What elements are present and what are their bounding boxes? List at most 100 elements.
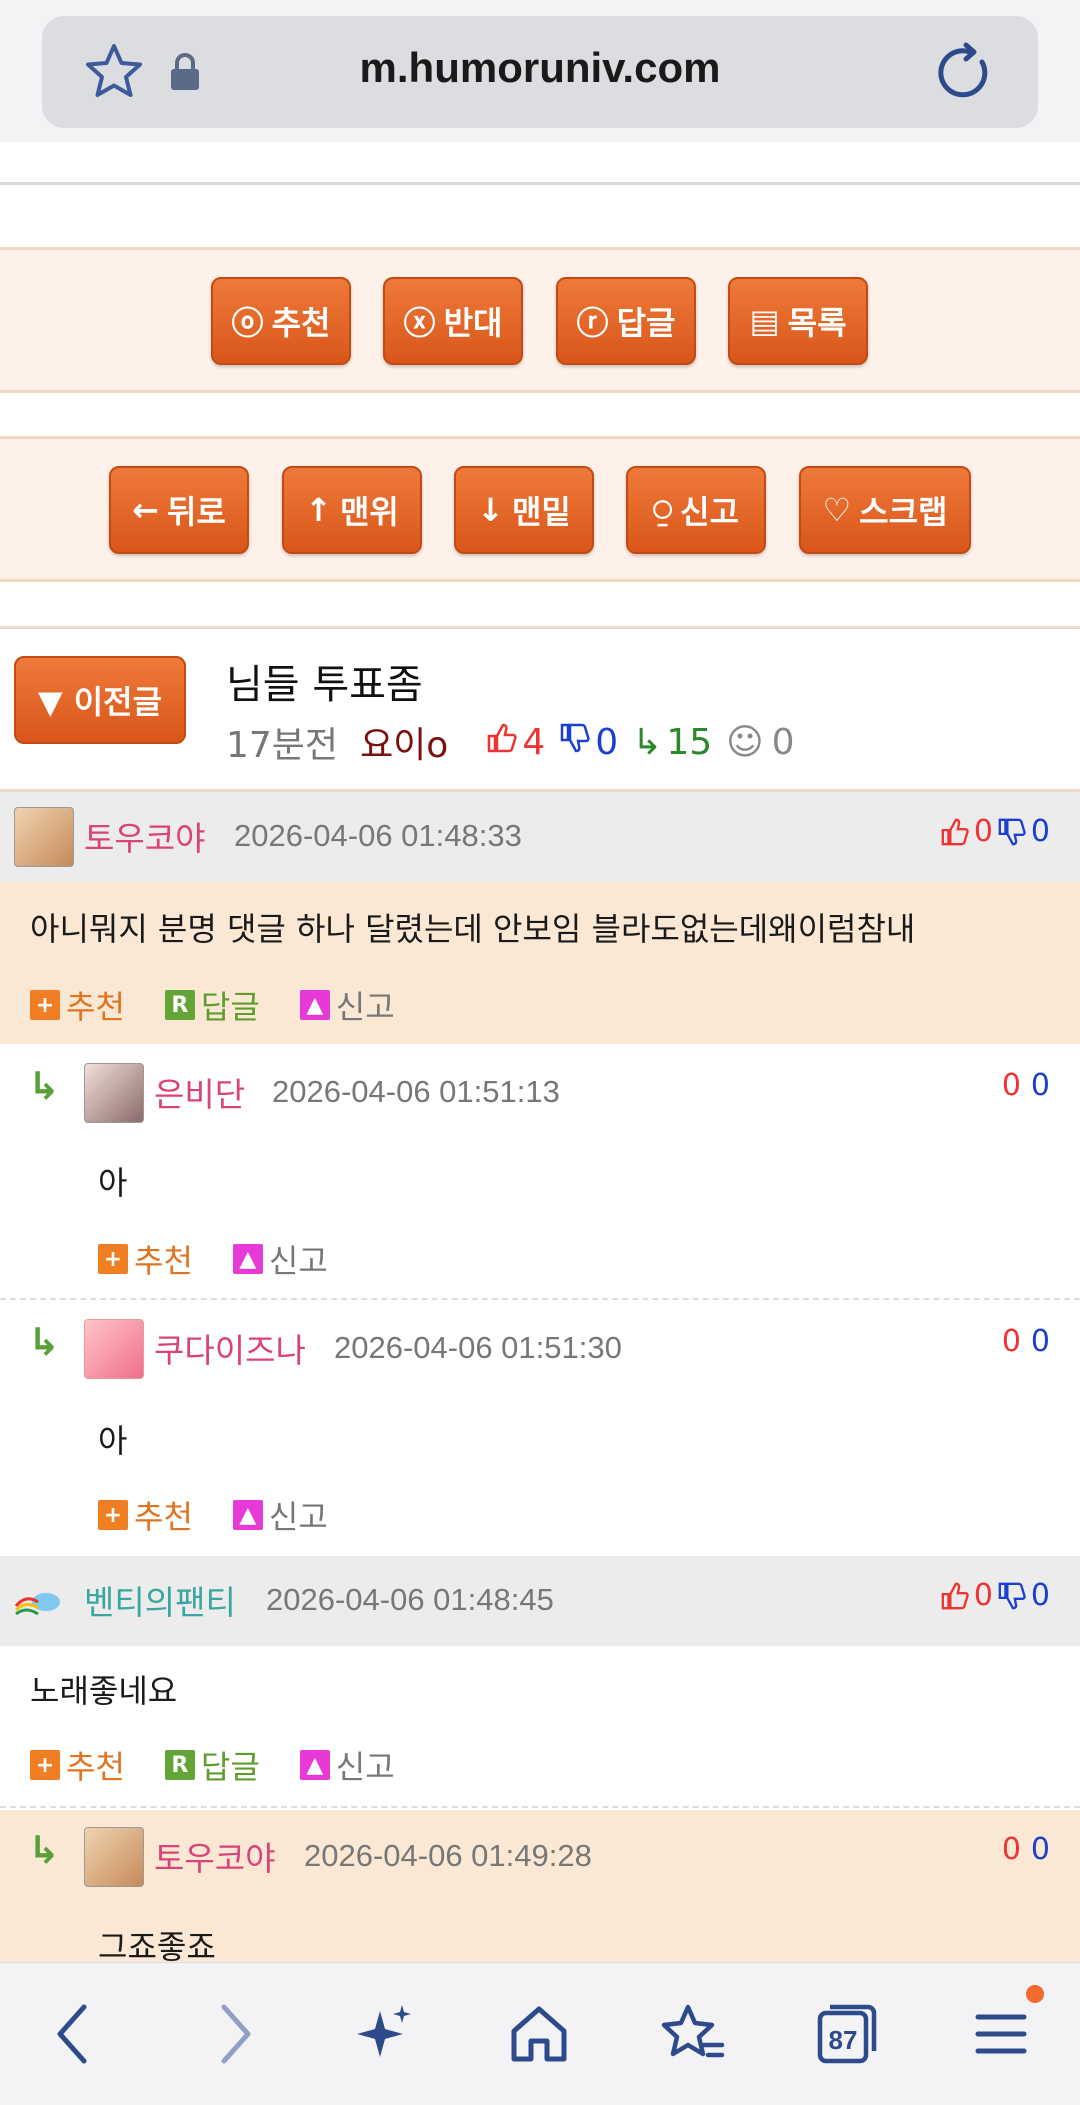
avatar[interactable] — [84, 1827, 144, 1887]
comment-author[interactable]: 토우코야 — [154, 1832, 275, 1880]
comment-reply-item: ↳ 은비단 2026-04-06 01:51:13 0 0 아 + 추천 ▲ 신고 — [0, 1046, 1080, 1300]
comment-header: 벤티의팬티 2026-04-06 01:48:45 0 0 — [0, 1556, 1080, 1646]
reload-icon[interactable] — [932, 40, 996, 104]
comment-item: 벤티의팬티 2026-04-06 01:48:45 0 0 노래좋네요 + 추천 … — [0, 1556, 1080, 1808]
down-count: 0 — [1030, 814, 1050, 849]
comment-text: 그죠좋죠 — [98, 1928, 216, 1962]
avatar[interactable] — [84, 1063, 144, 1123]
bottom-button[interactable]: ↓ 맨밑 — [454, 466, 594, 554]
reply-button[interactable]: ⓡ 답글 — [556, 277, 696, 365]
comment-votes: 0 0 — [1002, 1068, 1050, 1103]
action-bar-post: ⓞ 추천 ⓧ 반대 ⓡ 답글 ▤ 목록 — [0, 247, 1080, 393]
back-button[interactable]: ← 뒤로 — [109, 466, 249, 554]
plus-icon: + — [98, 1244, 128, 1274]
scrap-button[interactable]: ♡ 스크랩 — [799, 466, 971, 554]
comment-reply-item: ↳ 쿠다이즈나 2026-04-06 01:51:30 0 0 아 + 추천 ▲ 신… — [0, 1302, 1080, 1556]
up-count[interactable]: 0 — [1002, 1832, 1021, 1867]
circle-r-icon: ⓡ — [576, 304, 609, 342]
thumbs-up-icon[interactable] — [940, 1581, 970, 1611]
comment-actions: + 추천 ▲ 신고 — [98, 1236, 328, 1282]
down-count[interactable]: 0 — [1031, 1832, 1050, 1867]
avatar[interactable] — [12, 1576, 68, 1626]
comment-date: 2026-04-06 01:51:13 — [272, 1074, 560, 1109]
post-author[interactable]: 요이o — [360, 716, 448, 768]
plus-icon: + — [98, 1500, 128, 1530]
address-bar[interactable]: m.humoruniv.com — [42, 16, 1038, 128]
report-button[interactable]: ⍜ 신고 — [626, 466, 766, 554]
post-title: 님들 투표좀 — [226, 662, 423, 708]
post-down-count: 0 — [595, 721, 619, 763]
thumbs-up-icon[interactable] — [940, 817, 970, 847]
reply-r-icon: R — [164, 1750, 195, 1780]
comment-author[interactable]: 은비단 — [154, 1068, 245, 1116]
comment-report-button[interactable]: ▲ 신고 — [232, 1492, 328, 1538]
comment-report-button[interactable]: ▲ 신고 — [299, 1742, 395, 1788]
comment-recommend-button[interactable]: + 추천 — [30, 1742, 125, 1788]
comment-actions: + 추천 R 답글 ▲ 신고 — [30, 1742, 395, 1788]
comment-text: 아니뭐지 분명 댓글 하나 달렸는데 안보임 블라도없는데왜이럼참내 — [30, 910, 916, 948]
comment-text: 아 — [98, 1164, 128, 1202]
comment-author[interactable]: 쿠다이즈나 — [154, 1324, 306, 1372]
down-count[interactable]: 0 — [1031, 1068, 1050, 1103]
post-meta: 17분전 요이o 4 0 ↳ 15 ☺ 0 — [226, 716, 795, 768]
comment-author[interactable]: 벤티의팬티 — [84, 1576, 236, 1624]
menu-button[interactable] — [966, 1985, 1044, 2069]
arrow-up-icon: ↑ — [305, 491, 332, 529]
siren-icon: ▲ — [299, 1750, 330, 1780]
comment-votes: 0 0 — [940, 1578, 1050, 1613]
home-icon[interactable] — [504, 1999, 574, 2069]
tabs-button[interactable]: 87 — [812, 1999, 882, 2069]
up-count: 0 — [973, 1578, 993, 1613]
reply-arrow-icon: ↳ — [28, 1064, 60, 1108]
up-count[interactable]: 0 — [1002, 1068, 1021, 1103]
comment-reply-button[interactable]: R 답글 — [164, 1742, 260, 1788]
comment-report-button[interactable]: ▲ 신고 — [299, 982, 395, 1028]
comment-recommend-button[interactable]: + 추천 — [98, 1492, 193, 1538]
up-count: 0 — [973, 814, 993, 849]
bookmarks-icon[interactable] — [658, 1999, 728, 2069]
thumbs-down-icon[interactable] — [997, 817, 1027, 847]
action-bar-nav: ← 뒤로 ↑ 맨위 ↓ 맨밑 ⍜ 신고 ♡ 스크랩 — [0, 436, 1080, 582]
comment-reply-button[interactable]: R 답글 — [164, 982, 260, 1028]
list-icon: ▤ — [749, 302, 780, 340]
prev-post-button[interactable]: ▼ 이전글 — [14, 656, 186, 744]
smile-icon: ☺ — [726, 721, 764, 763]
circle-o-icon: ⓞ — [231, 304, 264, 342]
avatar[interactable] — [14, 807, 74, 867]
reply-arrow-icon: ↳ — [632, 721, 663, 763]
comment-recommend-button[interactable]: + 추천 — [30, 982, 125, 1028]
oppose-button[interactable]: ⓧ 반대 — [383, 277, 523, 365]
comment-report-button[interactable]: ▲ 신고 — [232, 1236, 328, 1282]
list-button[interactable]: ▤ 목록 — [728, 277, 868, 365]
comment-text: 아 — [98, 1422, 128, 1460]
down-count[interactable]: 0 — [1031, 1324, 1050, 1359]
comment-actions: + 추천 R 답글 ▲ 신고 — [30, 982, 395, 1028]
forward-arrow-icon[interactable] — [198, 1999, 268, 2069]
back-arrow-icon[interactable] — [40, 1999, 110, 2069]
comment-reply-item: ↳ 토우코야 2026-04-06 01:49:28 0 0 그죠좋죠 — [0, 1810, 1080, 1962]
pony-icon — [14, 1593, 60, 1616]
siren-icon: ▲ — [232, 1244, 263, 1274]
comment-item: 토우코야 2026-04-06 01:48:33 0 0 아니뭐지 분명 댓글 … — [0, 792, 1080, 1044]
post-time: 17분전 — [226, 725, 339, 766]
thumbs-down-icon[interactable] — [997, 1581, 1027, 1611]
avatar[interactable] — [84, 1319, 144, 1379]
divider — [0, 182, 1080, 185]
plus-icon: + — [30, 1750, 60, 1780]
top-button[interactable]: ↑ 맨위 — [282, 466, 422, 554]
notification-dot — [1026, 1985, 1044, 2003]
plus-icon: + — [30, 990, 60, 1020]
report-icon: ⍜ — [652, 490, 673, 529]
sparkle-ai-icon[interactable] — [350, 1999, 420, 2069]
hamburger-menu-icon — [975, 2014, 1027, 2054]
comment-recommend-button[interactable]: + 추천 — [98, 1236, 193, 1282]
comment-author[interactable]: 토우코야 — [84, 812, 205, 860]
recommend-button[interactable]: ⓞ 추천 — [211, 277, 351, 365]
siren-icon: ▲ — [299, 990, 330, 1020]
comment-date: 2026-04-06 01:48:45 — [266, 1582, 554, 1617]
comment-date: 2026-04-06 01:51:30 — [334, 1330, 622, 1365]
post-view-count: 0 — [771, 721, 795, 763]
up-count[interactable]: 0 — [1002, 1324, 1021, 1359]
comment-text: 노래좋네요 — [30, 1672, 178, 1710]
down-count: 0 — [1030, 1578, 1050, 1613]
